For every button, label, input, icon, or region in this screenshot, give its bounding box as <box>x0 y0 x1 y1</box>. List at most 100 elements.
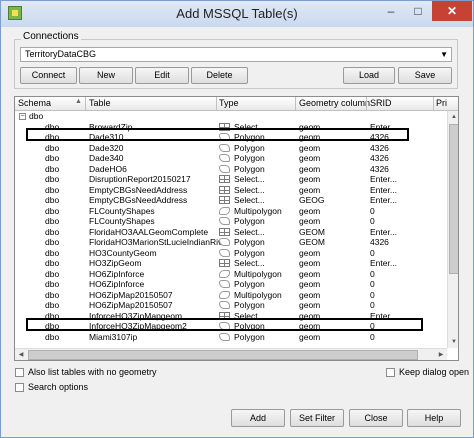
vertical-scrollbar[interactable]: ▲ ▼ <box>447 111 458 348</box>
table-row[interactable]: dbo EmptyCBGsNeedAddress Select... geom Ente… <box>15 185 447 196</box>
table-row[interactable]: dbo Miami3107ip Polygon geom 0 <box>15 332 447 343</box>
horizontal-scroll-thumb[interactable] <box>28 350 418 360</box>
row-table: FLCountyShapes <box>89 216 155 226</box>
row-schema: dbo <box>45 205 60 216</box>
connection-select[interactable]: TerritoryDataCBG ▼ <box>20 47 452 62</box>
table-row[interactable]: dbo FLCountyShapes Multipolygon geom 0 <box>15 206 447 217</box>
row-schema: dbo <box>45 237 60 247</box>
row-type: Polygon <box>234 300 265 310</box>
connect-button[interactable]: Connect <box>20 67 77 84</box>
table-icon <box>219 185 230 194</box>
table-row[interactable]: dbo HO6ZipInforce Multipolygon geom 0 <box>15 269 447 280</box>
row-type: Select... <box>234 195 265 205</box>
scroll-down-icon[interactable]: ▼ <box>448 336 458 348</box>
row-table: Dade320 <box>89 142 124 153</box>
table-row[interactable]: dbo FloridaHO3AALGeomComplete Select... GEO… <box>15 227 447 238</box>
scroll-left-icon[interactable]: ◀ <box>15 349 27 360</box>
table-row[interactable]: dbo EmptyCBGsNeedAddress Select... GEOG Ente… <box>15 195 447 206</box>
row-schema: dbo <box>45 247 60 258</box>
load-button[interactable]: Load <box>343 67 395 84</box>
row-table: HO3CountyGeom <box>89 247 157 258</box>
row-type: Polygon <box>234 237 265 247</box>
table-row[interactable]: dbo FloridaHO3MarionStLucieIndianRiver Pol… <box>15 237 447 248</box>
row-schema: dbo <box>45 268 60 279</box>
row-schema: dbo <box>45 142 60 153</box>
row-geometry-column: geom <box>299 268 321 279</box>
vertical-scroll-thumb[interactable] <box>449 124 458 274</box>
table-row[interactable]: dbo HO3CountyGeom Polygon geom 0 <box>15 248 447 259</box>
new-connection-button[interactable]: New <box>79 67 133 84</box>
row-srid: 0 <box>370 279 375 289</box>
maximize-button[interactable]: □ <box>405 1 431 21</box>
scroll-up-icon[interactable]: ▲ <box>448 111 458 123</box>
polygon-icon <box>219 248 230 257</box>
title-bar: Add MSSQL Table(s) – □ ✕ <box>1 1 473 27</box>
table-row[interactable]: dbo DadeHO6 Polygon geom 4326 <box>15 164 447 175</box>
row-table: EmptyCBGsNeedAddress <box>89 184 188 195</box>
polygon-icon <box>219 238 230 246</box>
highlight-box-dade310 <box>26 128 409 141</box>
table-row[interactable]: dbo FLCountyShapes Polygon geom 0 <box>15 216 447 227</box>
row-srid: 4326 <box>370 153 389 163</box>
add-button[interactable]: Add <box>231 409 285 427</box>
scroll-right-icon[interactable]: ▶ <box>435 349 447 360</box>
table-row[interactable]: dbo HO6ZipMap20150507 Polygon geom 0 <box>15 300 447 311</box>
row-schema: dbo <box>45 226 60 237</box>
row-schema: dbo <box>45 184 60 195</box>
row-geometry-column: geom <box>299 153 321 163</box>
column-header-schema[interactable]: Schema <box>18 98 51 108</box>
horizontal-scrollbar[interactable]: ◀ ▶ <box>15 348 447 360</box>
row-type: Polygon <box>234 142 265 153</box>
multipolygon-icon <box>219 206 230 215</box>
minimize-button[interactable]: – <box>378 1 404 21</box>
row-srid: 0 <box>370 216 375 226</box>
table-row[interactable]: dbo Dade340 Polygon geom 4326 <box>15 153 447 164</box>
tree-root-row[interactable]: − dbo <box>15 111 447 122</box>
row-srid: Enter... <box>370 226 397 237</box>
table-row[interactable]: dbo HO3ZipGeom Select... geom Enter... <box>15 258 447 269</box>
row-schema: dbo <box>45 300 60 310</box>
connections-label: Connections <box>21 31 81 42</box>
row-type: Select... <box>234 174 265 184</box>
row-table: Dade340 <box>89 153 124 163</box>
search-options-label: Search options <box>28 382 89 392</box>
table-row[interactable]: dbo DisruptionReport20150217 Select... geom… <box>15 174 447 185</box>
help-button[interactable]: Help <box>407 409 461 427</box>
row-type: Select... <box>234 258 265 268</box>
table-row[interactable]: dbo Dade320 Polygon geom 4326 <box>15 143 447 154</box>
table-row[interactable]: dbo HO6ZipMap20150507 Multipolygon geom 0 <box>15 290 447 301</box>
row-schema: dbo <box>45 163 60 174</box>
row-table: DadeHO6 <box>89 163 127 174</box>
table-rows: − dbo dbo BrowardZip Select... geom Enter...… <box>15 111 447 342</box>
table-icon <box>219 175 230 183</box>
row-table: HO3ZipGeom <box>89 258 142 268</box>
row-srid: 4326 <box>370 142 389 153</box>
polygon-icon <box>219 217 230 225</box>
column-header-geometry[interactable]: Geometry column <box>299 98 370 108</box>
column-header-srid[interactable]: SRID <box>370 98 392 108</box>
keep-dialog-open-checkbox[interactable] <box>386 368 395 377</box>
column-header-table[interactable]: Table <box>89 98 111 108</box>
close-button[interactable]: Close <box>349 409 403 427</box>
keep-dialog-open-label: Keep dialog open <box>399 367 470 377</box>
row-type: Polygon <box>234 247 265 258</box>
polygon-icon <box>219 143 230 152</box>
row-table: FLCountyShapes <box>89 205 155 216</box>
column-header-primary[interactable]: Pri <box>436 98 447 108</box>
delete-connection-button[interactable]: Delete <box>191 67 248 84</box>
column-header-type[interactable]: Type <box>219 98 239 108</box>
also-list-checkbox[interactable] <box>15 368 24 377</box>
row-srid: 4326 <box>370 163 389 174</box>
row-geometry-column: geom <box>299 174 321 184</box>
close-window-button[interactable]: ✕ <box>432 1 472 21</box>
row-geometry-column: geom <box>299 216 321 226</box>
save-button[interactable]: Save <box>398 67 452 84</box>
row-schema: dbo <box>45 331 60 342</box>
multipolygon-icon <box>219 290 230 299</box>
table-row[interactable]: dbo HO6ZipInforce Polygon geom 0 <box>15 279 447 290</box>
set-filter-button[interactable]: Set Filter <box>290 409 344 427</box>
collapse-icon[interactable]: − <box>19 113 26 120</box>
edit-connection-button[interactable]: Edit <box>135 67 189 84</box>
polygon-icon <box>219 154 230 162</box>
search-options-checkbox[interactable] <box>15 383 24 392</box>
